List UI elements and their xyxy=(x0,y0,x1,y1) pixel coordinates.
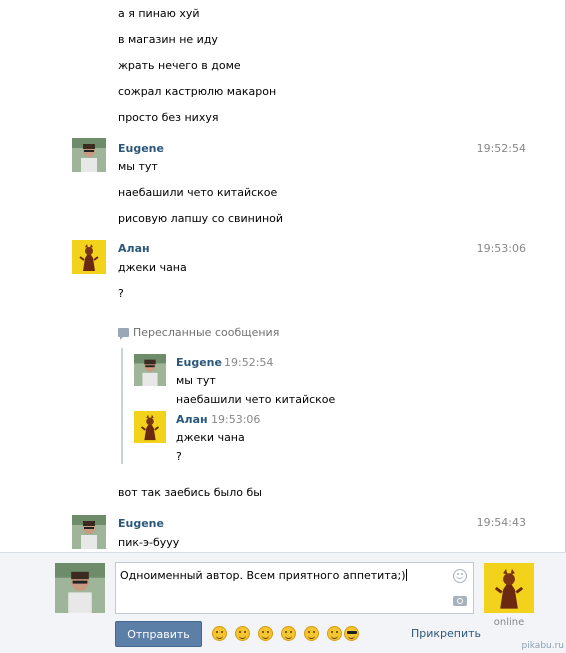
avatar-eugene[interactable] xyxy=(72,515,106,549)
fwd-message-line: наебашили чето китайское xyxy=(176,393,336,406)
fwd-message-time[interactable]: 19:53:06 xyxy=(211,413,260,426)
message-line: в магазин не иду xyxy=(118,33,218,46)
fwd-message-line: ? xyxy=(176,450,182,463)
avatar-eugene[interactable] xyxy=(72,138,106,172)
message-time[interactable]: 19:53:06 xyxy=(477,242,526,255)
peer-avatar[interactable] xyxy=(484,563,534,613)
message-line: мы тут xyxy=(118,160,158,173)
camera-icon[interactable] xyxy=(453,596,467,606)
avatar-eugene-photo xyxy=(72,515,106,549)
fwd-avatar-alan[interactable] xyxy=(134,411,166,443)
emoji-grin-icon[interactable] xyxy=(258,626,273,641)
attach-link[interactable]: Прикрепить xyxy=(411,627,481,640)
my-avatar-photo xyxy=(55,563,105,613)
text-caret xyxy=(406,569,408,581)
fwd-avatar-eugene-photo xyxy=(134,354,166,386)
avatar-alan-photo xyxy=(72,240,106,274)
message-line: пик-э-бууу xyxy=(118,536,180,549)
forwarded-header-label: Пересланные сообщения xyxy=(133,326,280,339)
avatar-eugene-photo xyxy=(72,138,106,172)
emoji-cool-icon[interactable] xyxy=(344,626,359,641)
online-status: online xyxy=(493,617,525,628)
forwarded-bar xyxy=(121,348,123,464)
message-line: просто без нихуя xyxy=(118,111,219,124)
chat-history[interactable]: а я пинаю хуй в магазин не иду жрать неч… xyxy=(0,0,566,552)
watermark: pikabu.ru xyxy=(521,641,564,651)
emoji-picker-icon[interactable] xyxy=(453,569,467,583)
fwd-sender-name[interactable]: Алан xyxy=(176,413,208,426)
fwd-avatar-alan-photo xyxy=(134,411,166,443)
send-button[interactable]: Отправить xyxy=(115,621,202,647)
emoji-kiss-icon[interactable] xyxy=(304,626,319,641)
message-time[interactable]: 19:52:54 xyxy=(477,142,526,155)
message-line: сожрал кастрюлю макарон xyxy=(118,85,277,98)
message-line: рисовую лапшу со свининой xyxy=(118,212,284,225)
message-time[interactable]: 19:54:43 xyxy=(477,516,526,529)
message-line: вот так заебись было бы xyxy=(118,486,262,499)
message-line: а я пинаю хуй xyxy=(118,7,200,20)
avatar-alan[interactable] xyxy=(72,240,106,274)
emoji-smile-icon[interactable] xyxy=(212,626,227,641)
message-composer: Одноименный автор. Всем приятного аппети… xyxy=(0,552,566,653)
fwd-message-line: мы тут xyxy=(176,374,216,387)
fwd-message-line: джеки чана xyxy=(176,431,245,444)
forward-icon xyxy=(118,328,129,340)
emoji-sad-icon[interactable] xyxy=(235,626,250,641)
fwd-sender-name[interactable]: Eugene xyxy=(176,356,222,369)
sender-name[interactable]: Алан xyxy=(118,242,150,255)
message-line: ? xyxy=(118,287,124,300)
fwd-message-time[interactable]: 19:52:54 xyxy=(224,356,273,369)
my-avatar[interactable] xyxy=(55,563,105,613)
message-line: джеки чана xyxy=(118,261,187,274)
forwarded-header: Пересланные сообщения xyxy=(118,326,280,340)
message-input-text: Одноименный автор. Всем приятного аппети… xyxy=(120,569,408,582)
sender-name[interactable]: Eugene xyxy=(118,517,164,530)
emoji-wink-icon[interactable] xyxy=(281,626,296,641)
fwd-avatar-eugene[interactable] xyxy=(134,354,166,386)
message-input-value: Одноименный автор. Всем приятного аппети… xyxy=(120,569,406,582)
peer-avatar-photo xyxy=(484,563,534,613)
message-input[interactable]: Одноименный автор. Всем приятного аппети… xyxy=(115,562,474,614)
message-line: наебашили чето китайское xyxy=(118,186,278,199)
emoji-happy-icon[interactable] xyxy=(327,626,342,641)
message-line: жрать нечего в доме xyxy=(118,59,241,72)
sender-name[interactable]: Eugene xyxy=(118,142,164,155)
